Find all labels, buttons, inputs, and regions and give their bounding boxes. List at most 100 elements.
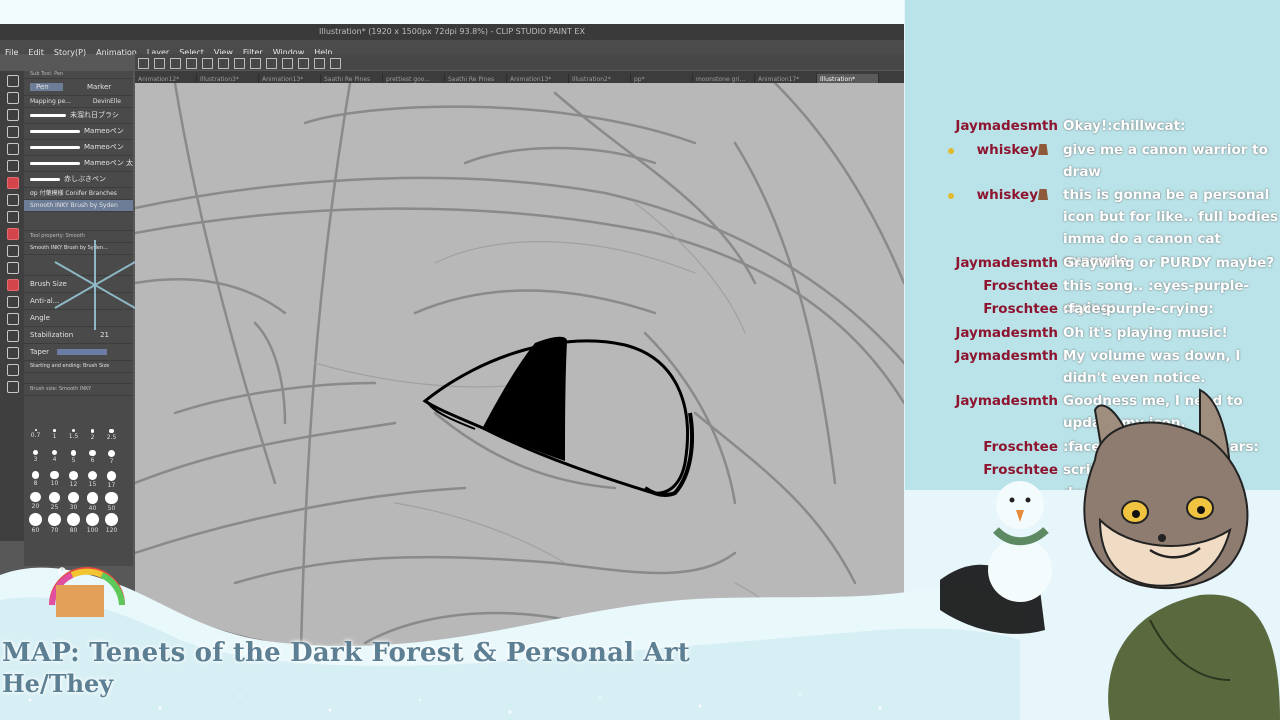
operation-tool-icon[interactable] [7, 109, 19, 121]
brush-size-option[interactable]: 15 [83, 469, 102, 490]
sub-tool-header: Sub Tool: Pen [24, 71, 133, 79]
transform-icon[interactable] [234, 58, 245, 69]
brush-size-label: 120 [105, 527, 118, 534]
brush-size-option[interactable]: 4 [45, 448, 64, 469]
brush-size-option[interactable]: 2 [83, 427, 102, 448]
decoration-tool-icon[interactable] [7, 228, 19, 240]
brush-size-option[interactable]: 6 [83, 448, 102, 469]
brush-item[interactable]: Mameoペン [24, 140, 133, 156]
correct-line-tool-icon[interactable] [7, 364, 19, 376]
tab-document[interactable]: moonstone gri... [693, 74, 755, 83]
brush-size-option[interactable]: 12 [64, 469, 83, 490]
taper-slider[interactable] [57, 349, 108, 355]
brush-size-option[interactable]: 60 [26, 511, 45, 534]
brush-size-option[interactable]: 7 [102, 448, 121, 469]
taper-row[interactable]: Taper [24, 344, 133, 361]
brush-item-selected[interactable]: Smooth INKY Brush by Syden [24, 200, 133, 212]
tab-document[interactable]: Illustration2* [569, 74, 631, 83]
fill-tool-icon[interactable] [7, 279, 19, 291]
brush-size-option[interactable]: 30 [64, 490, 83, 511]
brush-size-dot [71, 429, 76, 433]
brush-size-option[interactable]: 3 [26, 448, 45, 469]
brush-size-option[interactable]: 1.5 [64, 427, 83, 448]
sub-tool-tab-marker[interactable]: Marker [65, 83, 111, 91]
save-icon[interactable] [170, 58, 181, 69]
drawing-canvas[interactable] [135, 83, 904, 700]
menu-edit[interactable]: Edit [23, 46, 49, 60]
brush-size-dot [53, 429, 56, 432]
pen-tool-icon[interactable] [7, 160, 19, 172]
tab-document[interactable]: Animation12* [135, 74, 197, 83]
antialias-row[interactable]: Anti-al... [24, 293, 133, 310]
tab-document[interactable]: Animation13* [507, 74, 569, 83]
tab-document[interactable]: Animation17* [755, 74, 817, 83]
brush-size-option[interactable]: 40 [83, 490, 102, 512]
sub-tool-tab-devinelle[interactable]: DevinElle [73, 98, 121, 105]
brush-size-option[interactable]: 100 [83, 511, 102, 534]
brush-tool-icon[interactable] [7, 194, 19, 206]
text-tool-icon[interactable] [7, 330, 19, 342]
brush-stroke-preview [30, 113, 66, 117]
tab-document[interactable]: Animation13* [259, 74, 321, 83]
brush-item[interactable]: 赤しぶきペン [24, 172, 133, 188]
new-file-icon[interactable] [138, 58, 149, 69]
settings-icon[interactable] [330, 58, 341, 69]
sub-tool-tab-pen[interactable]: Pen [30, 83, 63, 91]
menu-story[interactable]: Story(P) [49, 46, 91, 60]
clear-icon[interactable] [218, 58, 229, 69]
frame-tool-icon[interactable] [7, 313, 19, 325]
blend-tool-icon[interactable] [7, 262, 19, 274]
brush-size-option[interactable]: 8 [26, 469, 45, 490]
tab-document[interactable]: Saathi Re Pines [321, 74, 383, 83]
starting-ending-row[interactable]: Starting and ending: Brush Size [24, 361, 133, 373]
tab-document[interactable]: Illustration3* [197, 74, 259, 83]
brush-item[interactable]: Mameoペン 太 [24, 156, 133, 172]
stabilization-row[interactable]: Stabilization 21 [24, 327, 133, 344]
brush-size-option[interactable]: 0.7 [26, 427, 45, 448]
open-file-icon[interactable] [154, 58, 165, 69]
brush-size-option[interactable]: 5 [64, 448, 83, 469]
brush-size-option[interactable]: 25 [45, 490, 64, 511]
brush-item[interactable]: 未溜れ日ブラシ [24, 108, 133, 124]
tab-document[interactable]: prettiest goo... [383, 74, 445, 83]
airbrush-tool-icon[interactable] [7, 211, 19, 223]
undo-icon[interactable] [186, 58, 197, 69]
eraser-tool-icon[interactable] [7, 245, 19, 257]
snap-grid-icon[interactable] [298, 58, 309, 69]
brush-size-option[interactable]: 80 [64, 511, 83, 534]
brush-size-option[interactable]: 20 [26, 490, 45, 511]
tab-document[interactable]: pp* [631, 74, 693, 83]
deselect-icon[interactable] [250, 58, 261, 69]
snap-perspective-icon[interactable] [314, 58, 325, 69]
menu-file[interactable]: File [0, 46, 23, 60]
brush-size-option[interactable]: 17 [102, 469, 121, 490]
redo-icon[interactable] [202, 58, 213, 69]
move-tool-icon[interactable] [7, 92, 19, 104]
tab-document[interactable]: Saathi Re Pines [445, 74, 507, 83]
brush-item[interactable]: Mameoペン [24, 124, 133, 140]
tab-document-active[interactable]: Illustration* [817, 74, 879, 83]
brush-size-option[interactable]: 50 [102, 490, 121, 512]
angle-row[interactable]: Angle [24, 310, 133, 327]
brush-size-option[interactable]: 120 [102, 511, 121, 534]
eyedropper-tool-icon[interactable] [7, 143, 19, 155]
color-swatch-icon[interactable] [7, 381, 19, 393]
brush-size-grid: 0.7 1 1.5 2 2.5 3 4 5 6 7 8 10 12 15 17 20 25 30 40 50 60 70 8… [26, 427, 131, 534]
brush-size-label: 20 [31, 503, 40, 511]
balloon-tool-icon[interactable] [7, 347, 19, 359]
zoom-tool-icon[interactable] [7, 75, 19, 87]
brush-size-row[interactable]: Brush Size [24, 276, 133, 293]
brush-size-option[interactable]: 2.5 [102, 427, 121, 448]
invert-selection-icon[interactable] [266, 58, 277, 69]
figure-tool-icon[interactable] [7, 296, 19, 308]
pencil-tool-icon[interactable] [7, 177, 19, 189]
snap-ruler-icon[interactable] [282, 58, 293, 69]
brush-size-option[interactable]: 70 [45, 511, 64, 534]
chat-text: Oh it's playing music! [1063, 325, 1228, 341]
brush-size-option[interactable]: 10 [45, 469, 64, 490]
lasso-tool-icon[interactable] [7, 126, 19, 138]
color-wheel[interactable] [42, 565, 132, 640]
brush-size-option[interactable]: 1 [45, 427, 64, 448]
brush-item[interactable]: σp 付葉模様 Conifer Branches [24, 188, 133, 200]
sub-tool-tab-mapping[interactable]: Mapping pe... [30, 98, 71, 105]
